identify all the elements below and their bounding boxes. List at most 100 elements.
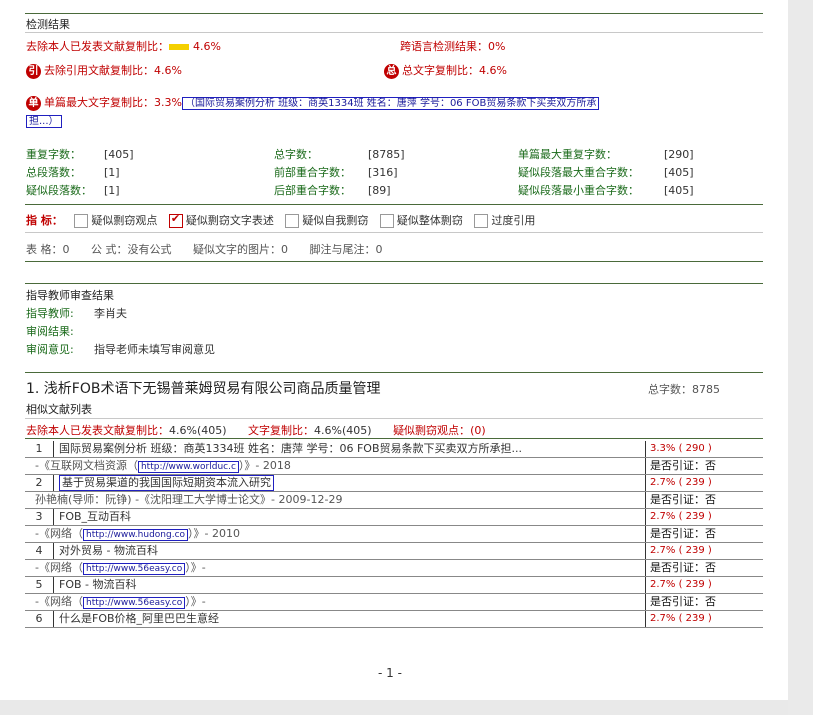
- exclude-self-value: 4.6%: [193, 40, 221, 53]
- stat-total-label: 总字数：: [274, 148, 318, 161]
- section-ratio1-label: 去除本人已发表文献复制比：: [26, 424, 169, 437]
- section-ratio2-label: 文字复制比：: [248, 424, 315, 437]
- doc-title[interactable]: 基于贸易渠道的我国国际短期资本流入研究: [59, 475, 274, 491]
- doc-source-row: -《互联网文档资源（ http://www.worlduc.c ）》- 2018 是否…: [25, 458, 763, 475]
- doc-title-row: 5 FOB - 物流百科 2.7% ( 239 ): [25, 577, 763, 594]
- doc-source: 孙艳楠(导师：阮铮) -《沈阳理工大学博士论文》- 2009-12-29: [35, 492, 342, 508]
- indicator-text-5: 过度引用: [491, 214, 536, 227]
- teacher-label: 指导教师:: [26, 307, 74, 320]
- ratio-bar: [169, 44, 189, 50]
- doc-source-suffix: ）》-: [185, 561, 206, 574]
- cross-lang-label: 跨语言检测结果：: [400, 40, 488, 53]
- doc-source-row: -《网络（ http://www.hudong.co ）》- 2010 是否引证：否: [25, 526, 763, 543]
- doc-source-suffix: ）》- 2018: [238, 459, 291, 472]
- review-title: 指导教师审查结果: [26, 289, 114, 302]
- indicator-text-1: 疑似剽窃观点: [91, 214, 158, 227]
- doc-title[interactable]: 什么是FOB价格_阿里巴巴生意经: [59, 611, 219, 627]
- doc-source-suffix: ）》- 2010: [188, 527, 241, 540]
- header-divider: [25, 32, 763, 33]
- review-top-rule: [25, 283, 763, 284]
- footnote-label: 脚注与尾注：: [309, 243, 376, 256]
- cross-lang-value: 0%: [488, 40, 506, 53]
- cross-language-result: 跨语言检测结果：0%: [400, 38, 505, 54]
- doc-title[interactable]: 国际贸易案例分析 班级：商英1334班 姓名：唐萍 学号：06 FOB贸易条款下…: [59, 441, 522, 457]
- doc-source-prefix: -《网络（: [35, 561, 83, 574]
- stat-back-value: [89]: [368, 184, 391, 197]
- single-doc-link-line2[interactable]: 担...）: [26, 115, 62, 128]
- indicator-checkbox-1[interactable]: [74, 214, 89, 228]
- similar-list-title: 相似文献列表: [26, 403, 92, 416]
- single-max-ratio: 单单篇最大文字复制比：3.3% （国际贸易案例分析 班级：商英1334班 姓名：唐…: [26, 94, 600, 111]
- doc-number: 5: [25, 577, 54, 593]
- exclude-ref-value: 4.6%: [154, 64, 182, 77]
- section-word-count: 总字数：8785: [648, 383, 720, 396]
- stat-front-value: [316]: [368, 166, 398, 179]
- stat-para-value: [1]: [104, 166, 120, 179]
- section-divider: [25, 418, 763, 419]
- doc-source-link[interactable]: http://www.56easy.co: [82, 563, 186, 575]
- indicator-checkbox-3[interactable]: [285, 214, 300, 228]
- doc-citation: 是否引证：否: [645, 458, 716, 474]
- doc-title[interactable]: FOB_互动百科: [59, 509, 131, 525]
- doc-source: -《互联网文档资源（ http://www.worlduc.c ）》- 2018: [35, 458, 291, 475]
- doc-number: 3: [25, 509, 54, 525]
- total-label: 总文字复制比：: [402, 64, 479, 77]
- indicator-checkbox-2[interactable]: [168, 212, 183, 228]
- doc-percent: 2.7% ( 239 ): [645, 509, 712, 525]
- result-heading: 检测结果: [26, 18, 70, 31]
- doc-number: 1: [25, 441, 54, 457]
- page-bottom-band: [0, 700, 788, 715]
- exclude-ref-ratio: 引去除引用文献复制比：4.6%: [26, 62, 182, 79]
- section-top-rule: [25, 372, 763, 373]
- doc-source-prefix: -《互联网文档资源（: [35, 459, 138, 472]
- indicator-checkbox-4[interactable]: [379, 214, 394, 228]
- doc-source-prefix: 孙艳楠(导师：阮铮) -《沈阳理工大学博士论文》- 2009-12-29: [35, 493, 343, 506]
- stat-para-label: 总段落数：: [26, 166, 81, 179]
- stat-front-label: 前部重合字数：: [274, 166, 351, 179]
- tables-label: 表 格：: [26, 243, 63, 256]
- doc-citation: 是否引证：否: [645, 526, 716, 542]
- footnote-value: 0: [375, 243, 383, 256]
- stats-grid: 重复字数： [405] 总字数： [8785] 单篇最大重复字数： [290] 总段落…: [26, 146, 766, 200]
- doc-source-row: -《网络（ http://www.56easy.co ）》- 是否引证：否: [25, 560, 763, 577]
- quote-badge-icon: 引: [26, 63, 41, 79]
- indicator-text-2: 疑似剽窃文字表述: [185, 214, 274, 227]
- opinion-label: 审阅意见:: [26, 343, 74, 356]
- section-title: 1. 浅析FOB术语下无锡普莱姆贸易有限公司商品质量管理: [26, 381, 381, 397]
- doc-title[interactable]: 对外贸易 - 物流百科: [59, 543, 158, 559]
- stat-suspect-label: 疑似段落数：: [26, 184, 92, 197]
- stat-para-max-value: [405]: [664, 166, 694, 179]
- formula-label: 公 式：: [91, 243, 128, 256]
- doc-number: 6: [25, 611, 54, 627]
- doc-source-link[interactable]: http://www.hudong.co: [82, 529, 189, 541]
- teacher-name: 李肖夫: [94, 307, 127, 320]
- exclude-self-label: 去除本人已发表文献复制比：: [26, 40, 169, 53]
- docs-top-rule: [25, 438, 763, 439]
- indicator-checkbox-5[interactable]: [474, 214, 489, 228]
- exclude-ref-label: 去除引用文献复制比：: [44, 64, 154, 77]
- single-doc-link-cont[interactable]: 担...）: [26, 112, 62, 128]
- doc-citation: 是否引证：否: [645, 594, 716, 610]
- stats-bottom-rule: [25, 204, 763, 205]
- doc-title-row: 4 对外贸易 - 物流百科 2.7% ( 239 ): [25, 543, 763, 560]
- indicator-label: 指 标：: [26, 214, 63, 227]
- exclude-self-ratio: 去除本人已发表文献复制比： 4.6%: [26, 38, 221, 54]
- doc-title[interactable]: FOB - 物流百科: [59, 577, 137, 593]
- doc-percent: 2.7% ( 239 ): [645, 543, 712, 559]
- images-label: 疑似文字的图片：: [193, 243, 281, 256]
- doc-source-prefix: -《网络（: [35, 595, 83, 608]
- misc-row: 表 格：0 公 式：没有公式 疑似文字的图片：0 脚注与尾注：0: [26, 241, 383, 257]
- doc-title-row: 6 什么是FOB价格_阿里巴巴生意经 2.7% ( 239 ): [25, 611, 763, 628]
- section-plag-label: 疑似剽窃观点：: [393, 424, 471, 437]
- indicator-text-3: 疑似自我剽窃: [302, 214, 369, 227]
- result-label: 审阅结果:: [26, 325, 74, 338]
- single-doc-link[interactable]: （国际贸易案例分析 班级：商英1334班 姓名：唐萍 学号：06 FOB贸易条款…: [181, 97, 600, 110]
- doc-percent: 2.7% ( 239 ): [645, 475, 712, 491]
- doc-source-link[interactable]: http://www.56easy.co: [82, 597, 186, 609]
- stat-total-value: [8785]: [368, 148, 405, 161]
- doc-source-link[interactable]: http://www.worlduc.c: [137, 461, 239, 473]
- stat-para-max-label: 疑似段落最大重合字数：: [518, 166, 639, 179]
- page-number: - 1 -: [378, 666, 402, 680]
- header-top-rule: [25, 13, 763, 14]
- doc-source-row: 孙艳楠(导师：阮铮) -《沈阳理工大学博士论文》- 2009-12-29 是否引证…: [25, 492, 763, 509]
